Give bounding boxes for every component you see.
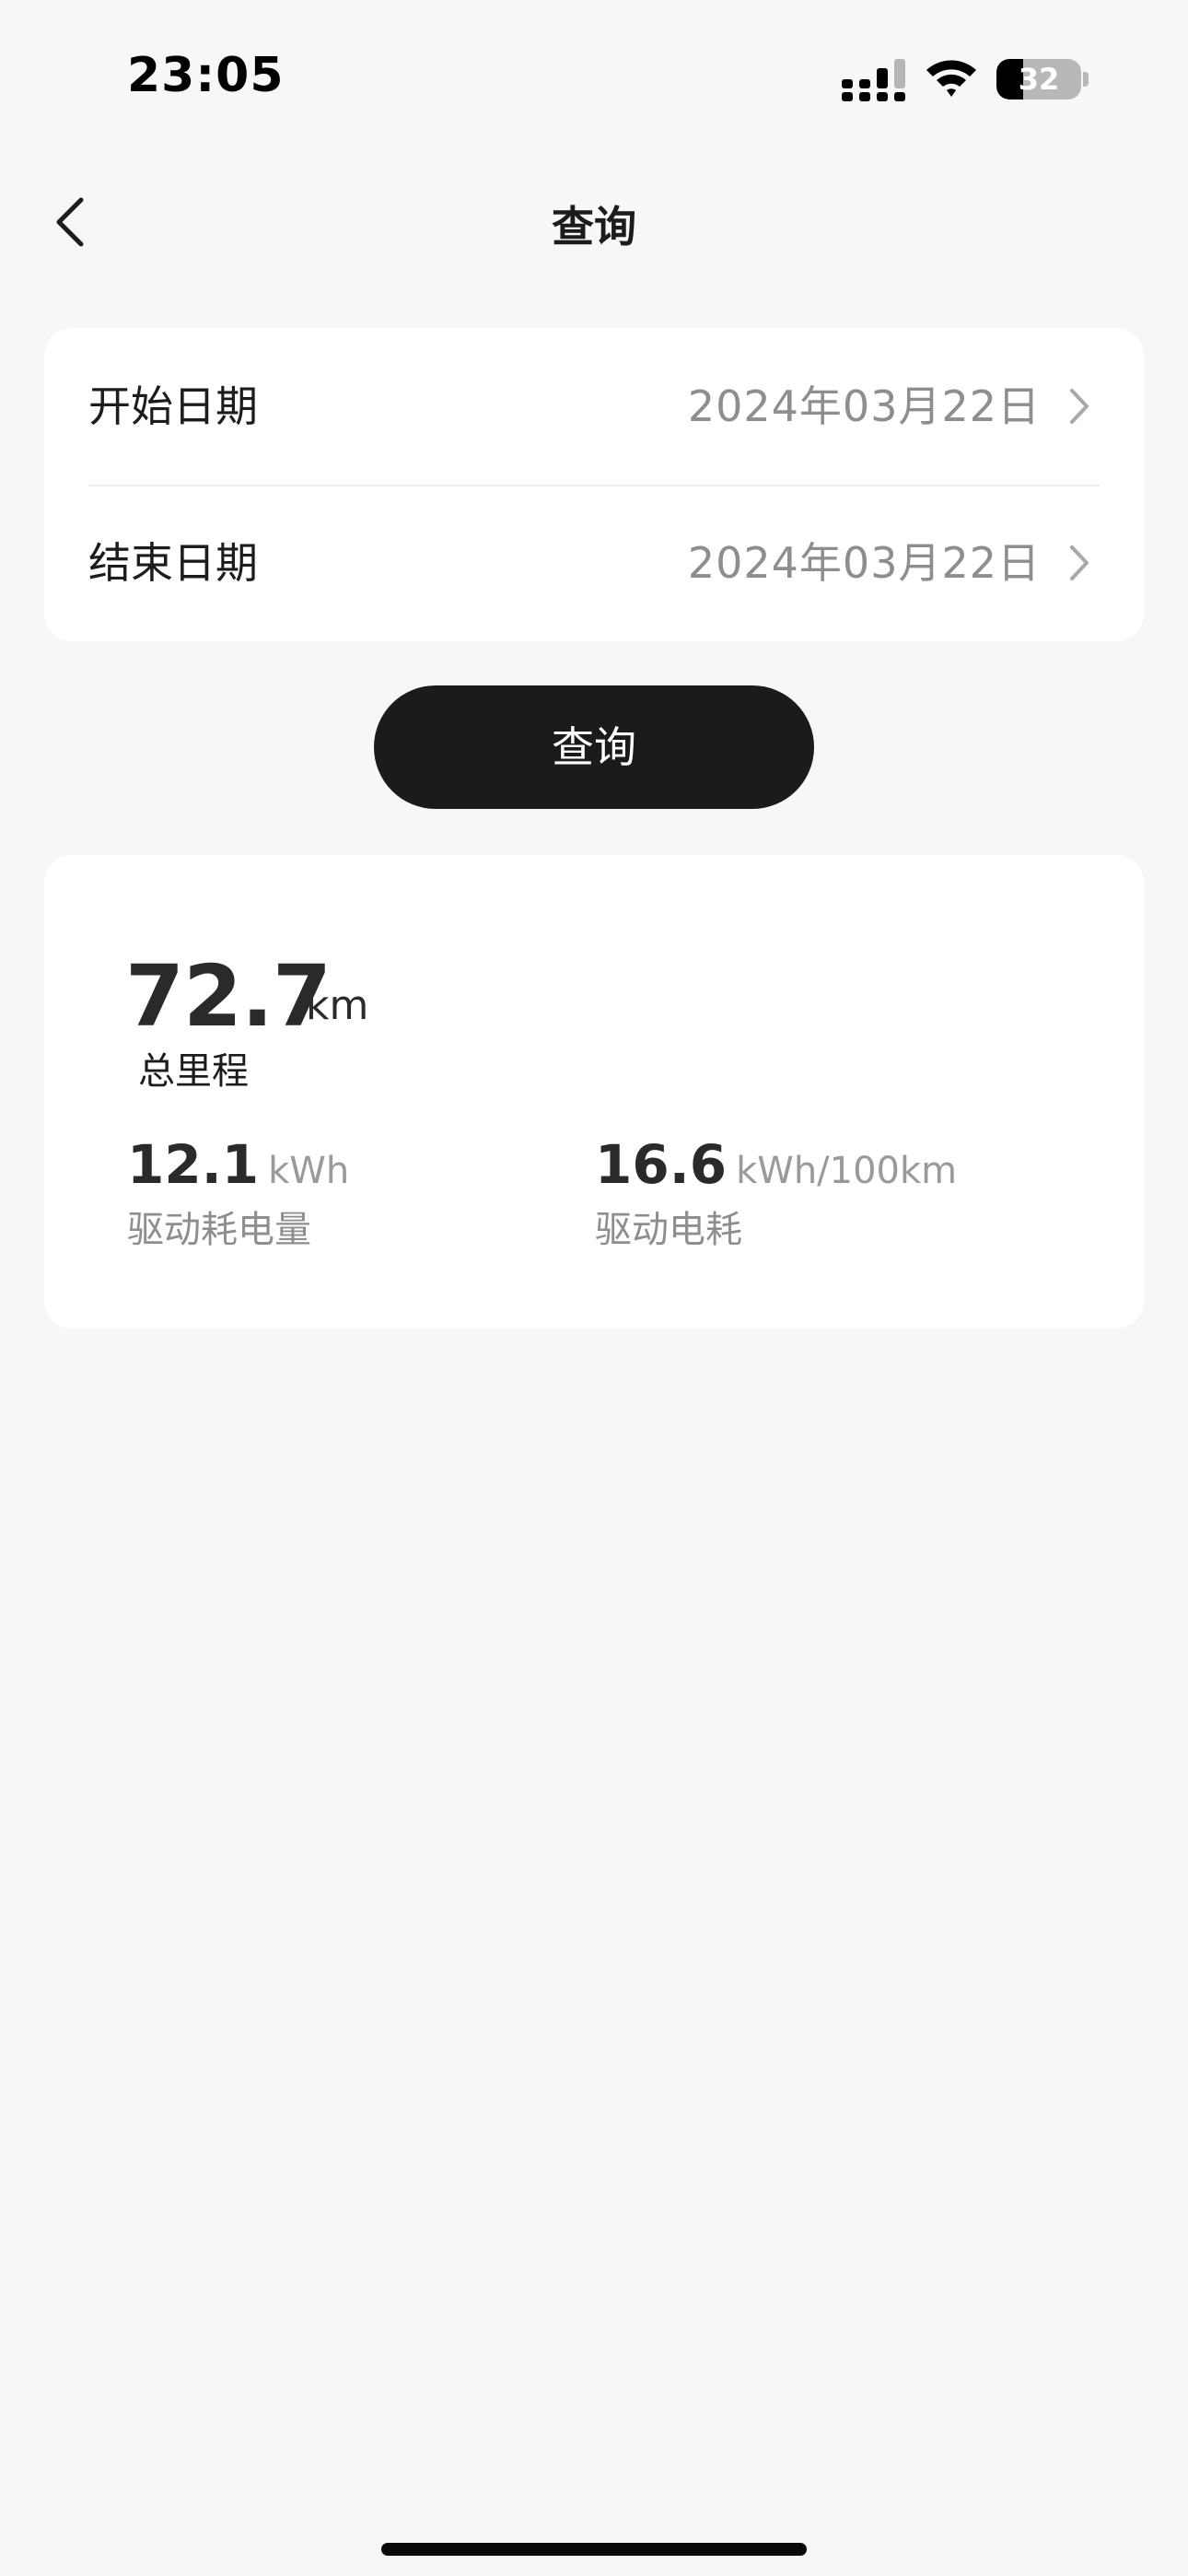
page-title: 查询 xyxy=(552,202,636,252)
end-date-value: 2024年03月22日 xyxy=(687,538,1041,588)
end-date-label: 结束日期 xyxy=(88,538,258,588)
drive-consumption-value: 16.6 xyxy=(595,1133,728,1196)
chevron-right-icon xyxy=(1070,545,1089,580)
total-mileage-unit: km xyxy=(306,982,369,1029)
start-date-label: 开始日期 xyxy=(88,381,258,431)
query-button[interactable]: 查询 xyxy=(374,685,814,809)
status-bar: 23:05 32 xyxy=(0,0,1188,157)
drive-consumption-label: 驱动电耗 xyxy=(595,1209,742,1251)
total-mileage-value: 72.7 xyxy=(125,947,332,1046)
date-filter-card: 开始日期 2024年03月22日 结束日期 2024年03月22日 xyxy=(44,328,1144,641)
drive-energy-label: 驱动耗电量 xyxy=(127,1209,311,1251)
status-time: 23:05 xyxy=(127,48,285,103)
end-date-row[interactable]: 结束日期 2024年03月22日 xyxy=(88,485,1100,641)
battery-tip xyxy=(1083,72,1089,87)
start-date-row[interactable]: 开始日期 2024年03月22日 xyxy=(88,328,1100,485)
total-mileage-label: 总里程 xyxy=(138,1050,249,1093)
wifi-icon xyxy=(926,60,976,97)
chevron-right-icon xyxy=(1070,389,1089,424)
drive-energy-value: 12.1 xyxy=(127,1133,260,1196)
result-card: 72.7 km 总里程 12.1 kWh 驱动耗电量 16.6 kWh/100km … xyxy=(44,855,1144,1329)
drive-energy-metric: 12.1 kWh 驱动耗电量 xyxy=(127,1133,349,1253)
drive-consumption-unit: kWh/100km xyxy=(736,1150,958,1192)
cellular-signal-icon xyxy=(842,59,905,101)
home-indicator[interactable] xyxy=(381,2543,807,2556)
drive-consumption-metric: 16.6 kWh/100km 驱动电耗 xyxy=(595,1133,957,1253)
start-date-value: 2024年03月22日 xyxy=(687,381,1041,431)
battery-level: 32 xyxy=(1018,62,1060,97)
battery-icon: 32 xyxy=(996,59,1081,100)
drive-energy-unit: kWh xyxy=(268,1150,350,1192)
